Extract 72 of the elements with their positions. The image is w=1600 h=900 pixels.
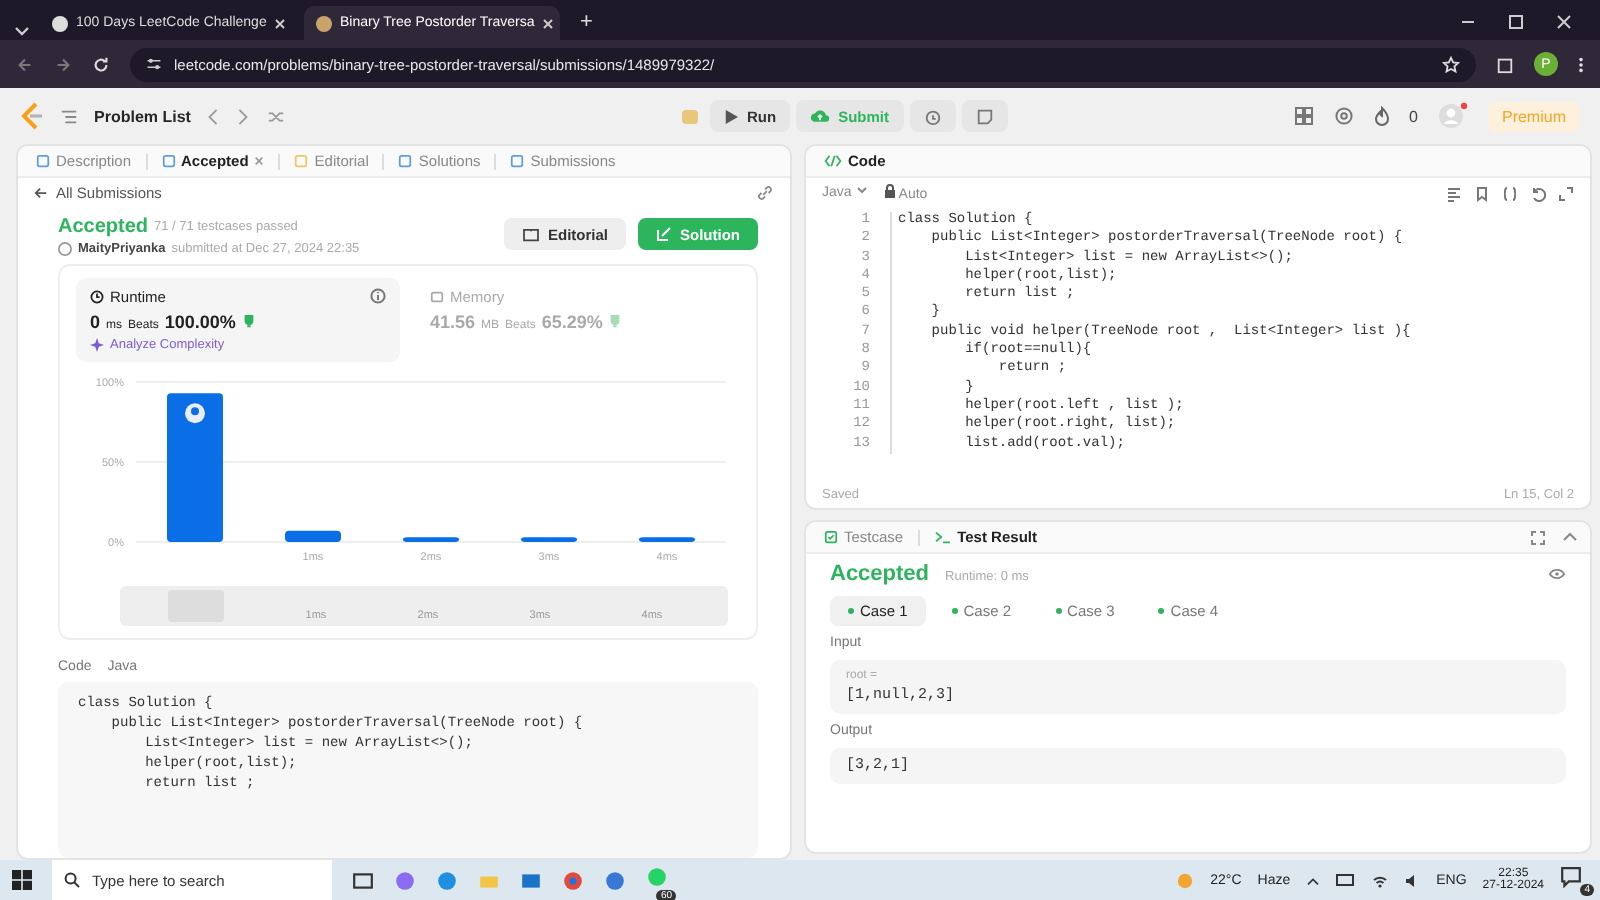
- bookmark-icon[interactable]: [1474, 185, 1490, 201]
- edit-icon: [656, 226, 672, 242]
- stat-value: 41.56: [430, 312, 476, 332]
- bar[interactable]: [521, 537, 577, 542]
- chevron-down-icon: [855, 186, 868, 196]
- avatar-icon: [185, 403, 205, 424]
- close-icon[interactable]: [542, 17, 555, 29]
- undo-icon[interactable]: [1530, 185, 1546, 201]
- cloud-upload-icon: [810, 108, 831, 124]
- format-icon[interactable]: [1446, 185, 1462, 201]
- shuffle-icon[interactable]: [266, 107, 287, 125]
- bar[interactable]: [403, 537, 459, 542]
- bar[interactable]: [285, 530, 341, 542]
- beats-percent: 65.29%: [541, 312, 603, 332]
- problem-list-link[interactable]: Problem List: [94, 107, 191, 125]
- status-dot-icon: [951, 608, 958, 614]
- submission-status: Accepted: [58, 216, 149, 238]
- user-avatar-icon[interactable]: [1437, 102, 1468, 130]
- back-arrow-icon: [34, 186, 48, 200]
- sparkle-icon: [90, 338, 104, 352]
- notes-button[interactable]: [961, 100, 1007, 132]
- status-dot-icon: [848, 608, 854, 614]
- bar[interactable]: [167, 393, 223, 542]
- chevron-up-icon[interactable]: [1306, 875, 1321, 885]
- code-icon: [824, 154, 842, 168]
- status-dot-icon: [1055, 608, 1062, 614]
- clock-icon: [90, 290, 104, 304]
- eye-icon[interactable]: [1548, 568, 1566, 580]
- battery-icon[interactable]: [1336, 874, 1357, 886]
- streak-count: 0: [1409, 107, 1418, 125]
- status-dot-icon: [1158, 608, 1165, 614]
- forward-arrow-icon[interactable]: [54, 55, 72, 73]
- alarm-clock-icon: [923, 107, 941, 125]
- windows-start-icon[interactable]: [12, 870, 32, 890]
- new-tab-button[interactable]: +: [568, 10, 605, 34]
- close-icon[interactable]: [274, 17, 287, 29]
- beats-percent: 100.00%: [164, 312, 236, 332]
- site-icon: [52, 15, 68, 31]
- user-avatar-icon: [58, 242, 72, 256]
- flame-icon[interactable]: [1373, 106, 1390, 126]
- bar[interactable]: [639, 537, 695, 542]
- trophy-icon: [241, 314, 256, 328]
- more-icon[interactable]: [1578, 55, 1584, 73]
- settings-icon[interactable]: [1333, 106, 1354, 126]
- site-icon: [316, 15, 332, 31]
- list-icon[interactable]: [60, 107, 78, 125]
- reload-icon[interactable]: [92, 55, 110, 73]
- fullscreen-icon[interactable]: [1530, 529, 1546, 545]
- link-icon[interactable]: [756, 184, 774, 202]
- wifi-icon[interactable]: [1372, 873, 1389, 887]
- timer-button[interactable]: [909, 100, 955, 132]
- notification-icon[interactable]: [1560, 866, 1582, 888]
- maximize-icon[interactable]: [1508, 14, 1524, 30]
- search-icon: [64, 872, 80, 888]
- chevron-right-icon[interactable]: [236, 107, 251, 125]
- bookmark-star-icon[interactable]: [1442, 55, 1460, 73]
- braces-icon[interactable]: [1502, 185, 1518, 201]
- trophy-icon: [608, 314, 623, 328]
- info-icon[interactable]: [370, 288, 386, 304]
- terminal-icon: [933, 530, 952, 544]
- back-arrow-icon[interactable]: [16, 55, 34, 73]
- site-settings-icon: [146, 56, 162, 72]
- stat-value: 0: [90, 312, 101, 332]
- result-status: Accepted: [830, 562, 930, 586]
- chevron-left-icon[interactable]: [206, 107, 221, 125]
- lock-icon: [883, 184, 896, 198]
- note-icon: [975, 107, 993, 125]
- checkbox-icon: [824, 530, 838, 544]
- layout-icon[interactable]: [1293, 106, 1314, 126]
- play-icon: [724, 109, 739, 123]
- expand-icon[interactable]: [1558, 185, 1574, 201]
- close-icon[interactable]: [1556, 14, 1572, 30]
